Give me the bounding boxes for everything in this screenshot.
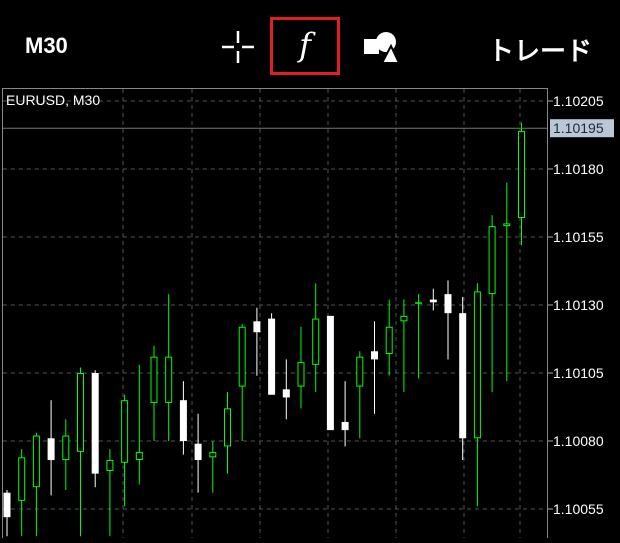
candle: [518, 122, 525, 246]
candle-body: [179, 400, 187, 441]
candle-body: [32, 435, 40, 488]
candle-body: [488, 226, 496, 295]
candle-body: [18, 457, 26, 501]
candle-body: [91, 373, 99, 474]
candle-body: [459, 313, 467, 439]
candle-body: [209, 451, 217, 458]
candle-body: [165, 356, 173, 403]
candle-body: [415, 302, 423, 304]
crosshair-icon: [222, 31, 254, 63]
candle: [473, 283, 481, 507]
candle: [135, 364, 143, 485]
y-tick-label: 1.10205: [553, 93, 604, 109]
candle-body: [77, 373, 84, 452]
candle-body: [106, 460, 114, 471]
candle: [371, 321, 378, 414]
candlestick-chart[interactable]: 1.10205 1.10180 1.10155 1.10130 1.10105 1.100…: [0, 88, 620, 543]
candle: [209, 441, 217, 493]
candle-body: [282, 389, 290, 398]
indicators-button[interactable]: f: [270, 17, 340, 75]
candle: [62, 419, 70, 490]
candle: [312, 283, 320, 393]
y-tick-label: 1.10080: [553, 433, 604, 449]
candle: [150, 345, 158, 441]
y-tick-label: 1.10155: [553, 229, 604, 245]
candle-body: [268, 318, 276, 395]
candle: [18, 449, 26, 537]
candle-body: [371, 351, 378, 360]
candle-body: [385, 326, 393, 354]
chart-toolbar: M30 f トレード: [0, 0, 620, 88]
candle-body: [312, 318, 320, 365]
y-tick-label: 1.10130: [553, 297, 604, 313]
candle: [91, 370, 99, 488]
candle: [3, 489, 11, 537]
candle: [47, 400, 55, 496]
current-price-label: 1.10195: [553, 120, 604, 136]
candle: [326, 315, 334, 431]
candle-body: [503, 223, 511, 227]
candle-body: [253, 321, 261, 333]
candle: [459, 296, 467, 461]
candle: [238, 324, 246, 441]
candle: [282, 359, 290, 420]
candle-body: [62, 435, 70, 461]
y-tick-label: 1.10055: [553, 501, 604, 517]
candle: [106, 449, 114, 537]
candle-body: [341, 421, 349, 431]
candle: [194, 413, 202, 493]
function-icon: f: [299, 26, 311, 64]
candle-body: [400, 315, 408, 322]
timeframe-button[interactable]: M30: [25, 33, 68, 59]
candle: [77, 367, 84, 537]
candle: [179, 381, 187, 455]
candle: [385, 299, 393, 376]
candle: [356, 351, 364, 439]
candle-body: [135, 451, 143, 461]
candle-body: [356, 356, 364, 387]
candle-body: [297, 362, 305, 387]
candle-body: [518, 130, 525, 218]
crosshair-button[interactable]: [220, 29, 256, 65]
candle-body: [3, 492, 11, 518]
candle: [341, 381, 349, 447]
shapes-icon: [364, 32, 401, 64]
candle: [429, 288, 437, 311]
trade-button[interactable]: トレード: [488, 31, 592, 68]
candle: [297, 326, 305, 409]
candle: [224, 392, 231, 474]
candle-body: [224, 408, 231, 447]
candle: [32, 432, 40, 537]
candle-body: [326, 315, 334, 431]
candle: [503, 182, 511, 382]
y-tick-label: 1.10180: [553, 161, 604, 177]
candle-body: [473, 291, 481, 439]
candle: [488, 215, 496, 393]
objects-button[interactable]: [362, 29, 401, 65]
candle: [444, 280, 452, 360]
candle-body: [194, 443, 202, 461]
candle-body: [238, 326, 246, 387]
candle: [253, 307, 261, 376]
candle-body: [429, 299, 437, 303]
candle-body: [150, 356, 158, 403]
y-tick-label: 1.10105: [553, 365, 604, 381]
candle: [400, 299, 408, 393]
price-chart[interactable]: 1.10205 1.10180 1.10155 1.10130 1.10105 1.100…: [0, 88, 620, 543]
candle-body: [444, 294, 452, 314]
candle: [415, 294, 423, 379]
candle-body: [121, 400, 129, 463]
symbol-label: EURUSD, M30: [6, 92, 100, 108]
candle-body: [47, 438, 55, 461]
candle: [268, 313, 276, 395]
candle: [165, 294, 173, 441]
